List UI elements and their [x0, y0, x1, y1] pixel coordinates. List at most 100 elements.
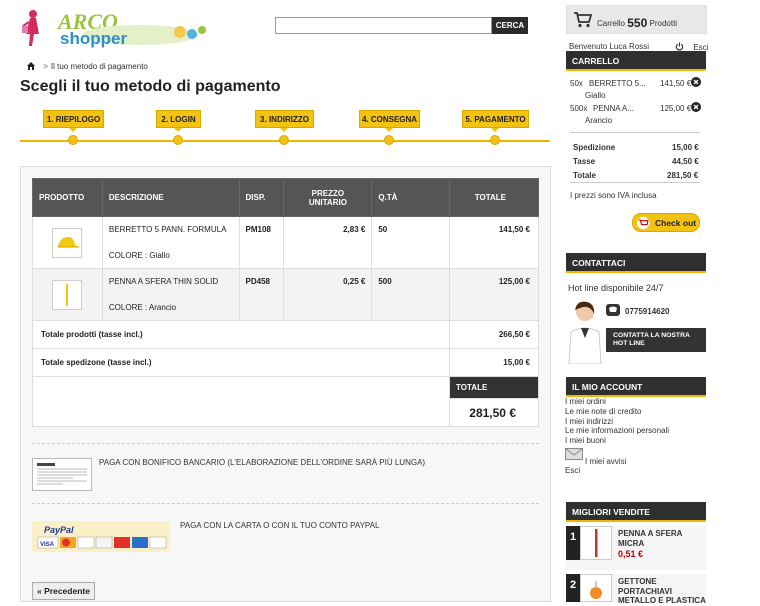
product-color: COLORE : Arancio [108, 303, 177, 312]
best-seller-name-3[interactable]: METALLO E PLASTICA [618, 596, 706, 606]
quantity: 500 [371, 268, 451, 321]
account-link-addresses[interactable]: I miei indirizzi [565, 417, 669, 427]
previous-button[interactable]: « Precedente [32, 582, 95, 600]
cart-icon [637, 216, 650, 230]
product-thumb-cap[interactable] [52, 227, 83, 258]
step-dot [279, 135, 289, 145]
table-header: PRODOTTO DESCRIZIONE DISP. PREZZO UNITAR… [32, 178, 539, 217]
order-table: PRODOTTO DESCRIZIONE DISP. PREZZO UNITAR… [31, 178, 539, 427]
best-seller-name[interactable]: GETTONE [618, 577, 706, 587]
shipping-total-value: 15,00 € [449, 348, 539, 377]
sidebar-cart-title[interactable]: CARRELLO [566, 51, 706, 71]
breadcrumb-current: Il tuo metodo di pagamento [50, 62, 148, 71]
contact-title[interactable]: CONTATTACI [566, 253, 706, 273]
summary-shipping-label: Spedizione [573, 143, 616, 152]
summary-tax-value: 44,50 € [672, 157, 699, 166]
grand-total-label: TOTALE [449, 376, 539, 399]
col-total: TOTALE [449, 178, 539, 217]
cart-label-suffix: Prodotti [649, 19, 678, 28]
account-links: I miei ordini Le mie note di credito I m… [565, 397, 669, 446]
account-title[interactable]: IL MIO ACCOUNT [566, 377, 706, 397]
search-button[interactable]: CERCA [492, 17, 528, 34]
contact-hotline-button[interactable]: CONTATTA LA NOSTRA HOT LINE [606, 328, 706, 352]
product-name[interactable]: PENNA A SFERA THIN SOLID [109, 277, 233, 286]
summary-total-label: Totale [573, 171, 596, 180]
step-summary[interactable]: 1. RIEPILOGO [43, 110, 104, 128]
col-product: PRODOTTO [32, 178, 103, 217]
home-icon[interactable] [27, 62, 35, 70]
vat-note: I prezzi sono IVA inclusa [570, 191, 657, 200]
best-seller-item[interactable]: 2 GETTONE PORTACHIAVI METALLO E PLASTICA [566, 574, 706, 605]
best-sellers-title[interactable]: MIGLIORI VENDITE [566, 502, 706, 522]
best-seller-name-2[interactable]: MICRA [618, 539, 682, 549]
cart-count: 550 [627, 16, 648, 30]
account-link-alerts[interactable]: I miei avvisi [585, 457, 626, 466]
col-description: DESCRIZIONE [101, 178, 240, 217]
account-link-vouchers[interactable]: I miei buoni [565, 436, 669, 446]
site-logo[interactable]: ARCO shopper [20, 8, 215, 52]
welcome-text: Benvenuto Luca Rossi [569, 42, 650, 51]
account-link-credit-slips[interactable]: Le mie note di credito [565, 407, 669, 417]
products-total-value: 266,50 € [449, 320, 539, 349]
grand-total-value: 281,50 € [449, 398, 539, 427]
step-dot [173, 135, 183, 145]
step-payment[interactable]: 5. PAGAMENTO [462, 110, 529, 128]
phone-number: 0775914620 [625, 307, 670, 316]
visa-mark: VISA [40, 542, 55, 548]
col-unit-price: PREZZO UNITARIO [283, 178, 373, 217]
checkout-label: Check out [655, 218, 697, 228]
step-login[interactable]: 2. LOGIN [156, 110, 201, 128]
products-total-label: Totale prodotti (tasse incl.) [31, 320, 451, 349]
bankwire-logo[interactable] [32, 458, 92, 491]
product-thumb-pen[interactable] [52, 279, 83, 310]
checkout-button[interactable]: Check out [632, 213, 700, 232]
mail-icon [565, 448, 583, 462]
phone-icon [606, 304, 620, 318]
cart-item-name[interactable]: PENNA A... [593, 104, 634, 113]
remove-item-icon[interactable] [691, 77, 701, 89]
best-seller-name-2[interactable]: PORTACHIAVI [618, 587, 706, 597]
payment-paypal[interactable]: PAGA CON LA CARTA O CON IL TUO CONTO PAY… [180, 521, 379, 530]
hotline-text: Hot line disponibile 24/7 [568, 283, 664, 293]
paypal-wordmark: PayPal [44, 525, 74, 535]
product-color: COLORE : Giallo [108, 251, 170, 260]
support-agent-photo [565, 298, 605, 365]
account-link-orders[interactable]: I miei ordini [565, 397, 669, 407]
account-link-personal-info[interactable]: Le mie informazioni personali [565, 426, 669, 436]
product-thumb-keychain[interactable] [580, 574, 612, 602]
product-name[interactable]: BERRETTO 5 PANN. FORMULA [109, 225, 233, 234]
product-ref: PD458 [238, 268, 285, 321]
cart-item-variant: Arancio [585, 116, 613, 125]
best-seller-item[interactable]: 1 PENNA A SFERA MICRA 0,51 € [566, 526, 706, 570]
best-seller-name[interactable]: PENNA A SFERA [618, 529, 682, 539]
col-availability: DISP. [238, 178, 285, 217]
search-input[interactable] [275, 17, 492, 34]
account-logout[interactable]: Esci [565, 466, 580, 475]
paypal-logo[interactable]: PayPal VISA [32, 521, 170, 552]
unit-price: 2,83 € [283, 216, 373, 269]
step-address[interactable]: 3. INDIRIZZO [255, 110, 314, 128]
step-dot [490, 135, 500, 145]
product-thumb-pen[interactable] [580, 526, 612, 560]
cart-item-price: 141,50 € [660, 79, 692, 88]
header-cart[interactable]: Carrello 550 Prodotti [566, 5, 707, 34]
shipping-total-label: Totale spedizone (tasse incl.) [31, 348, 451, 377]
page-title: Scegli il tuo metodo di pagamento [20, 78, 281, 95]
table-row: PENNA A SFERA THIN SOLID COLORE : Arancio… [32, 268, 539, 321]
cart-label: Carrello [597, 19, 626, 28]
quantity: 50 [371, 216, 451, 269]
summary-tax-label: Tasse [573, 157, 596, 166]
svg-text:shopper: shopper [60, 29, 127, 48]
cart-item-qty: 500x [570, 104, 588, 113]
remove-item-icon[interactable] [691, 102, 701, 114]
step-delivery[interactable]: 4. CONSEGNA [359, 110, 420, 128]
rank-badge: 2 [566, 574, 580, 602]
cart-item-name[interactable]: BERRETTO 5... [589, 79, 646, 88]
payment-bankwire[interactable]: PAGA CON BONIFICO BANCARIO (L'ELABORAZIO… [99, 458, 425, 467]
step-dot [68, 135, 78, 145]
table-row: BERRETTO 5 PANN. FORMULA COLORE : Giallo … [32, 216, 539, 269]
product-ref: PM108 [238, 216, 285, 269]
unit-price: 0,25 € [283, 268, 373, 321]
breadcrumb: > Il tuo metodo di pagamento [27, 62, 148, 71]
cart-item-price: 125,00 € [660, 104, 692, 113]
